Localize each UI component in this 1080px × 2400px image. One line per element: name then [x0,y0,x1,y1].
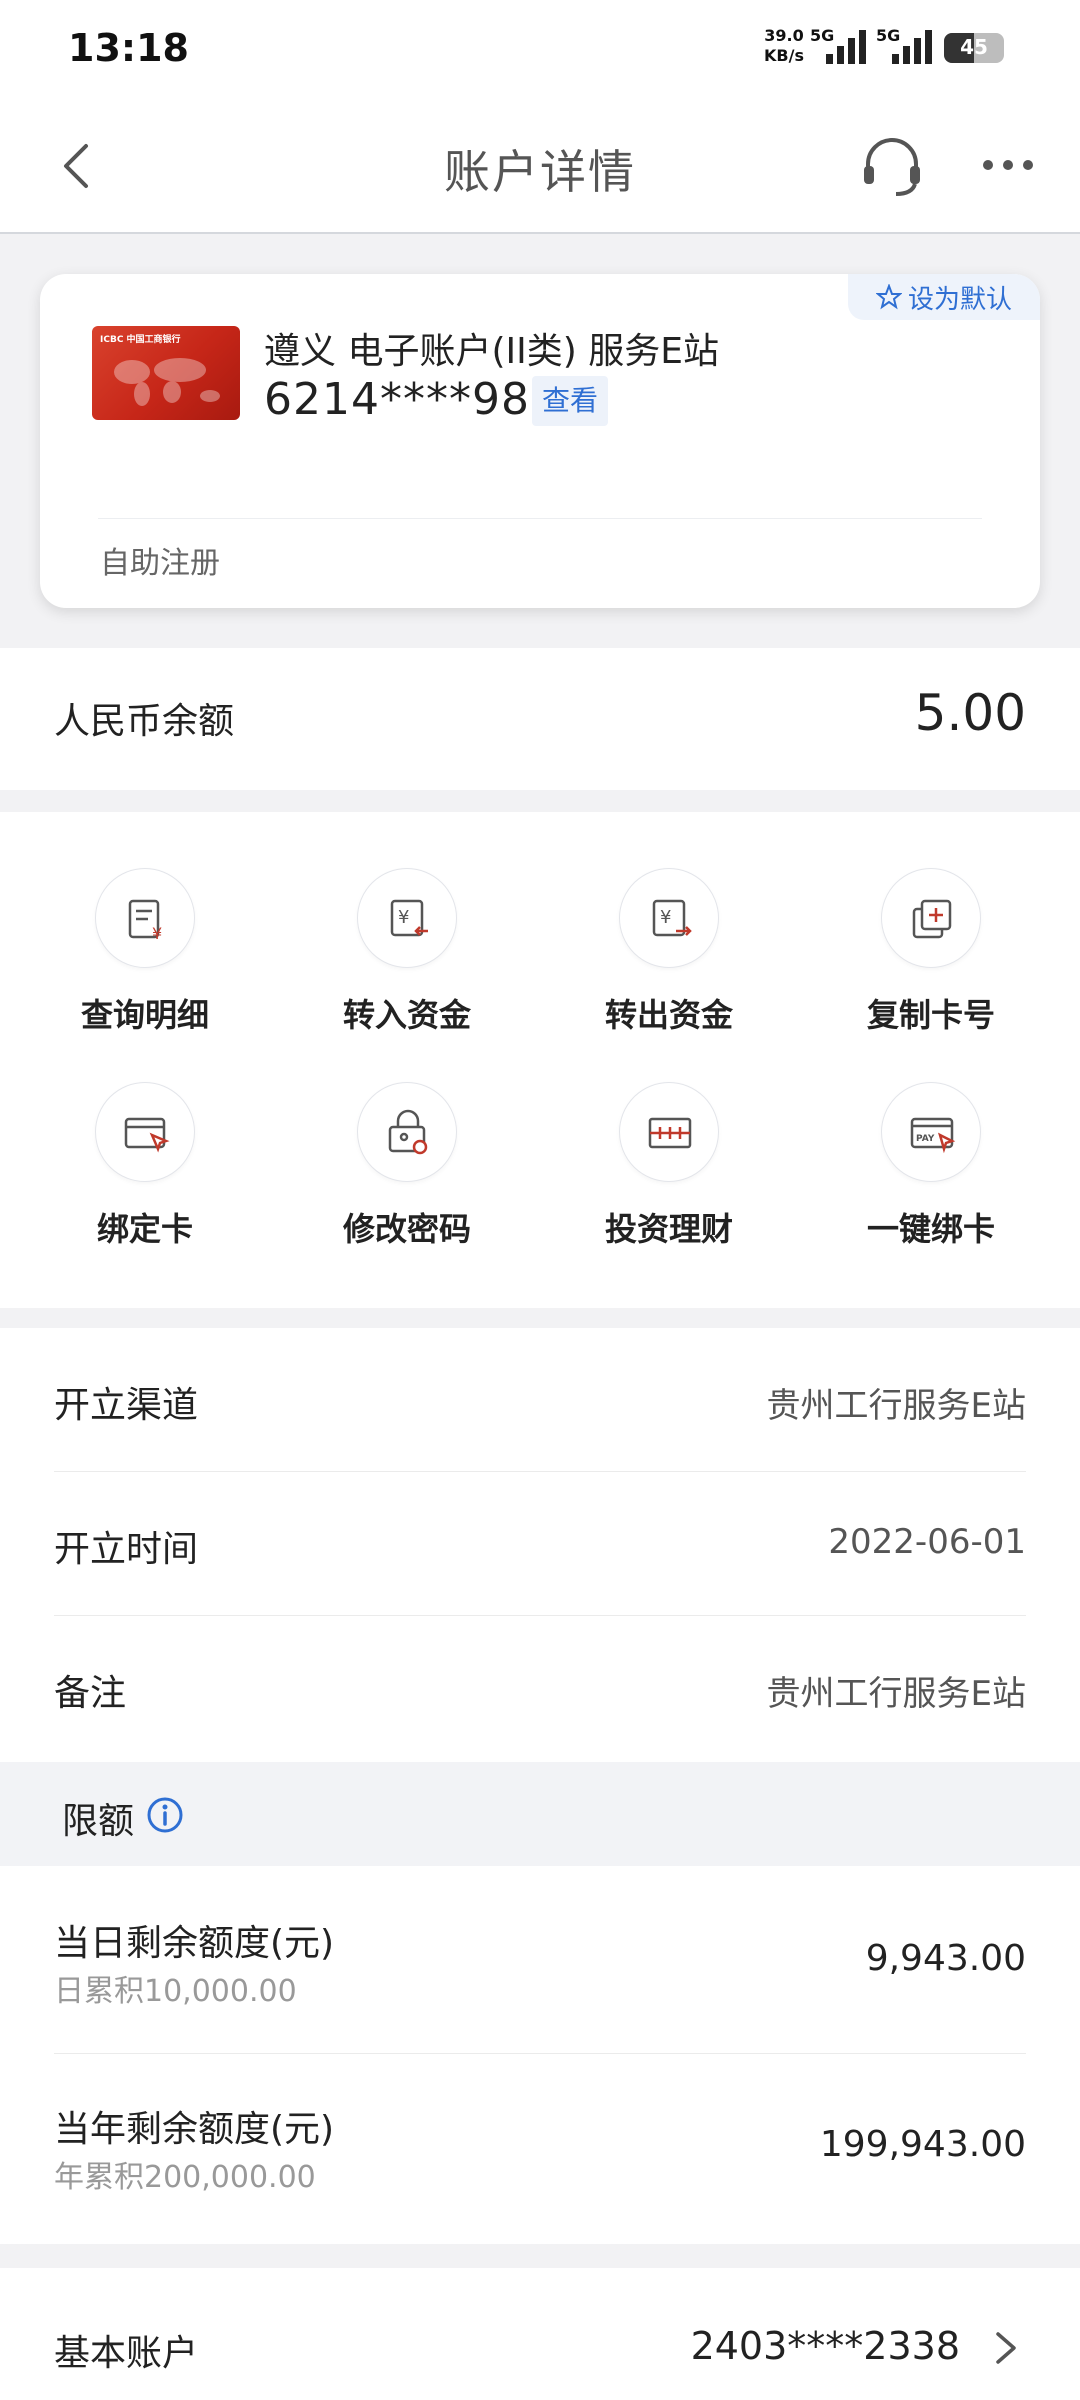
bank-card-brand: ICBC 中国工商银行 [100,335,181,345]
limit-title: 限额 [62,1801,135,1842]
bind-card-icon [124,1117,170,1153]
investment-icon [648,1117,692,1149]
info-value: 2022-06-01 [828,1522,1026,1562]
info-row-channel: 开立渠道 贵州工行服务E站 [54,1328,1026,1472]
balance-value: 5.00 [914,684,1026,742]
bind-card-button[interactable]: 绑定卡 [14,1026,276,1248]
card-divider [98,518,982,519]
one-click-bind-card-icon: PAY [910,1117,956,1154]
copy-card-number-button[interactable]: 复制卡号 [800,812,1062,1034]
info-icon[interactable] [146,1796,184,1834]
signal-icon [826,28,866,64]
account-info-list: 开立渠道 贵州工行服务E站 开立时间 2022-06-01 备注 贵州工行服务E… [0,1328,1080,1762]
svg-text:PAY: PAY [916,1134,935,1144]
info-value: 贵州工行服务E站 [766,1386,1026,1426]
chevron-right-icon [996,2332,1016,2364]
investment-button[interactable]: 投资理财 [538,1026,800,1248]
signal-icon [892,28,932,64]
function-label: 绑定卡 [96,1210,193,1248]
function-label: 修改密码 [342,1210,471,1248]
balance-row: 人民币余额 5.00 [0,648,1080,790]
query-details-button[interactable]: ¥ 查询明细 [14,812,276,1034]
basic-account-number: 2403****2338 [690,2324,960,2368]
set-default-label: 设为默认 [907,284,1012,315]
customer-service-headset-icon[interactable] [856,130,928,202]
info-key: 开立时间 [54,1529,199,1570]
registration-method: 自助注册 [100,546,220,581]
info-row-open-date: 开立时间 2022-06-01 [54,1472,1026,1616]
limit-section-header: 限额 [0,1762,1080,1866]
view-number-button[interactable]: 查看 [532,376,609,426]
world-map-icon [114,358,220,406]
yearly-limit-value: 199,943.00 [819,2124,1026,2165]
svg-text:¥: ¥ [398,907,409,928]
function-label: 投资理财 [604,1210,733,1248]
statement-query-icon: ¥ [128,899,162,943]
account-card[interactable]: 设为默认 ICBC 中国工商银行 遵义 电子账户(II类) 服务E站 6214*… [40,274,1040,608]
yearly-limit-label: 当年剩余额度(元) [54,2109,335,2150]
one-click-bind-card-button[interactable]: PAY 一键绑卡 [800,1026,1062,1248]
svg-text:¥: ¥ [660,907,671,928]
set-default-button[interactable]: 设为默认 [848,274,1040,320]
status-time: 13:18 [68,26,189,70]
yearly-limit-row: 当年剩余额度(元) 年累积200,000.00 199,943.00 [54,2054,1026,2242]
function-label: 一键绑卡 [866,1210,995,1248]
battery-level: 45 [960,35,988,59]
change-password-button[interactable]: 修改密码 [276,1026,538,1248]
network-speed: 39.0 KB/s [764,26,804,66]
copy-card-number-icon [912,899,952,939]
basic-account-row[interactable]: 基本账户 2403****2338 [0,2268,1080,2400]
change-password-icon [388,1109,428,1155]
nav-bar: 账户详情 [0,100,1080,234]
daily-limit-row: 当日剩余额度(元) 日累积10,000.00 9,943.00 [54,1866,1026,2054]
bank-card-image: ICBC 中国工商银行 [92,326,240,420]
info-key: 备注 [54,1673,127,1714]
transfer-out-icon: ¥ [652,899,692,937]
star-icon [875,284,902,310]
info-key: 开立渠道 [54,1385,199,1426]
balance-label: 人民币余额 [54,701,235,742]
more-dots-icon[interactable] [978,140,1038,190]
daily-limit-label: 当日剩余额度(元) [54,1923,335,1964]
limit-list: 当日剩余额度(元) 日累积10,000.00 9,943.00 当年剩余额度(元… [0,1866,1080,2244]
info-row-remark: 备注 贵州工行服务E站 [54,1616,1026,1760]
network-speed-value: 39.0 [764,26,804,45]
daily-limit-total: 日累积10,000.00 [54,1974,297,2009]
transfer-in-icon: ¥ [390,899,428,937]
transfer-in-button[interactable]: ¥ 转入资金 [276,812,538,1034]
status-bar: 13:18 39.0 KB/s 5G 5G 45 [0,0,1080,100]
daily-limit-value: 9,943.00 [865,1938,1026,1979]
yearly-limit-total: 年累积200,000.00 [54,2160,316,2195]
network-speed-unit: KB/s [764,46,804,65]
info-value: 贵州工行服务E站 [766,1674,1026,1714]
basic-account-label: 基本账户 [54,2333,199,2374]
transfer-out-button[interactable]: ¥ 转出资金 [538,812,800,1034]
account-name: 遵义 电子账户(II类) 服务E站 [264,331,719,372]
function-grid: ¥ 查询明细 ¥ 转入资金 ¥ 转出资金 复制卡号 绑定卡 修改密码 投资理财 … [0,812,1080,1308]
battery-icon: 45 [944,33,1004,63]
svg-text:¥: ¥ [152,924,162,943]
